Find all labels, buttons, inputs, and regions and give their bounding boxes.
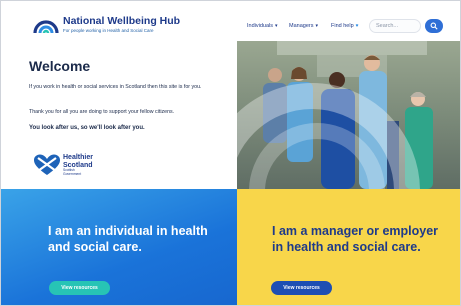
manager-view-resources-button[interactable]: View resources <box>271 281 332 295</box>
welcome-paragraph-2: Thank you for all you are doing to suppo… <box>29 109 175 115</box>
welcome-paragraph-1: If you work in health or social services… <box>29 84 202 90</box>
search-placeholder: Search... <box>376 23 399 29</box>
individual-card-title: I am an individual in health and social … <box>48 224 208 254</box>
manager-card-title: I am a manager or employer in health and… <box>272 224 439 254</box>
nav-managers[interactable]: Managers ▾ <box>289 23 318 29</box>
search-icon <box>430 22 438 30</box>
search-input[interactable]: Search... <box>369 19 421 33</box>
chevron-down-icon: ▾ <box>275 23 278 29</box>
wellbeing-hub-logo-icon[interactable] <box>33 15 59 35</box>
search-button[interactable] <box>425 19 443 33</box>
site-subtitle: For people working in Health and Social … <box>63 28 154 33</box>
saltire-heart-logo-icon <box>34 154 60 175</box>
chevron-down-icon: ▾ <box>315 23 318 29</box>
nav-managers-label: Managers <box>289 23 314 29</box>
scottish-government-text: Scottish Government <box>63 168 82 176</box>
site-title[interactable]: National Wellbeing Hub <box>63 15 180 27</box>
heart-pin-icon: ♥ <box>355 23 359 29</box>
individual-view-resources-button[interactable]: View resources <box>49 281 110 295</box>
page-frame: National Wellbeing Hub For people workin… <box>0 0 461 306</box>
page-title: Welcome <box>29 58 91 74</box>
healthier-scotland-logo-text: Healthier Scotland <box>63 154 93 169</box>
nav-individuals[interactable]: Individuals ▾ <box>247 23 278 29</box>
healthcare-staff-photo <box>237 41 460 189</box>
nav-find-help-label: Find help <box>331 23 354 29</box>
nav-find-help[interactable]: Find help ♥ <box>331 23 359 29</box>
welcome-tagline: You look after us, so we'll look after y… <box>29 125 145 131</box>
site-header: National Wellbeing Hub For people workin… <box>1 1 460 41</box>
nav-individuals-label: Individuals <box>247 23 273 29</box>
